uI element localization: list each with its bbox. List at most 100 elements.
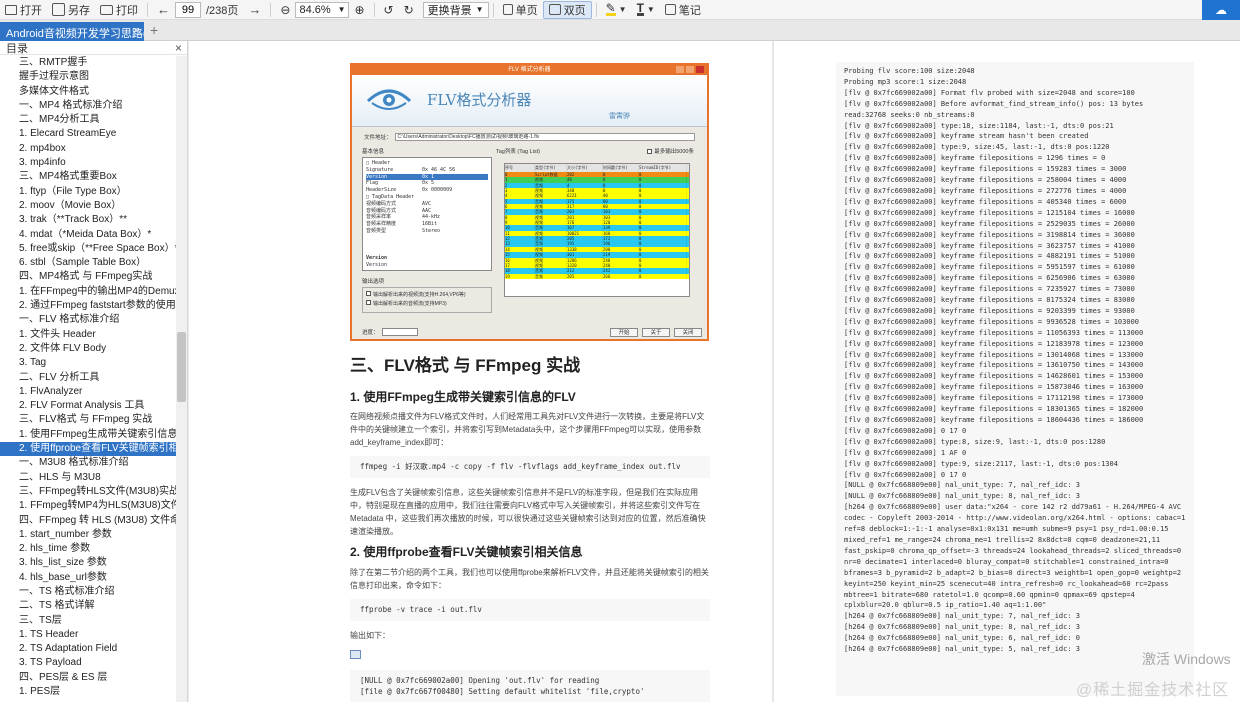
outline-item[interactable]: 二、FLV 分析工具: [0, 371, 176, 385]
note-icon: [664, 4, 676, 15]
close-icon: [696, 66, 704, 73]
outline-item[interactable]: 二、TS 格式详解: [0, 599, 176, 613]
outline-item[interactable]: 3. mp4info: [0, 156, 176, 170]
log-line: cplxblur=20.0 qblur=0.5 ip_ratio=1.40 aq…: [844, 601, 1047, 610]
checkbox-icon: [647, 149, 653, 155]
outline-item[interactable]: 4. mdat（*Meida Data Box）*: [0, 228, 176, 242]
notes-button[interactable]: 笔记: [660, 1, 706, 19]
analyzer-author: 雷霄骅: [609, 113, 630, 120]
paragraph-3: 除了在第二节介绍的两个工具，我们也可以使用ffprobe来解析FLV文件，并且还…: [350, 568, 709, 590]
new-tab-button[interactable]: +: [150, 22, 158, 38]
log-line: [flv @ 0x7fc669002a00] keyframe fileposi…: [844, 176, 1127, 185]
outline-item[interactable]: 2. hls_time 参数: [0, 542, 176, 556]
outline-item[interactable]: 握手过程示意图: [0, 70, 176, 84]
toolbar-divider: [147, 2, 148, 17]
outline-item[interactable]: 3. Tag: [0, 356, 176, 370]
paragraph-4: 输出如下：: [350, 631, 390, 640]
double-page-button[interactable]: 双页: [542, 0, 592, 19]
close-icon[interactable]: ×: [175, 41, 182, 55]
outline-item[interactable]: 1. 使用FFmpeg生成带关键索引信息的FL: [0, 428, 176, 442]
outline-item[interactable]: 3. trak（**Track Box）**: [0, 213, 176, 227]
outline-item[interactable]: 二、MP4分析工具: [0, 113, 176, 127]
log-line: [flv @ 0x7fc669002a00] 1 AF 0: [844, 448, 967, 457]
zoom-out-button[interactable]: ⊖: [275, 1, 295, 19]
outline-item[interactable]: 2. FLV Format Analysis 工具: [0, 399, 176, 413]
analyzer-titlebar: FLV 格式分析器: [352, 65, 707, 75]
highlight-button[interactable]: ✎ ▼: [601, 1, 632, 19]
outline-item[interactable]: 一、FLV 格式标准介绍: [0, 313, 176, 327]
outline-item[interactable]: 一、MP4 格式标准介绍: [0, 99, 176, 113]
close-icon[interactable]: ×: [133, 25, 139, 37]
outline-item[interactable]: 1. FFmpeg转MP4为HLS(M3U8)文件: [0, 499, 176, 513]
rotate-left-button[interactable]: ↺: [379, 1, 399, 19]
scrollbar-thumb[interactable]: [177, 332, 186, 402]
outline-item[interactable]: 2. moov（Movie Box）: [0, 199, 176, 213]
single-page-button[interactable]: 单页: [498, 1, 543, 19]
total-pages: /238页: [206, 4, 239, 17]
print-button[interactable]: 打印: [95, 1, 143, 19]
tree-row: □ TagData Header: [366, 194, 488, 201]
background-dropdown[interactable]: 更换背景 ▼: [422, 1, 489, 18]
outline-item[interactable]: 1. FlvAnalyzer: [0, 385, 176, 399]
outline-item[interactable]: 3. TS Payload: [0, 656, 176, 670]
log-line: [flv @ 0x7fc669002a00] keyframe fileposi…: [844, 296, 1135, 305]
outline-item[interactable]: 2. 文件体 FLV Body: [0, 342, 176, 356]
outline-item[interactable]: 一、M3U8 格式标准介绍: [0, 456, 176, 470]
log-line: read:32768 seeks:0 nb_streams:0: [844, 110, 975, 119]
outline-item[interactable]: 1. start_number 参数: [0, 528, 176, 542]
open-button[interactable]: 打开: [0, 1, 47, 19]
zoom-in-button[interactable]: ⊕: [349, 1, 369, 19]
outline-item[interactable]: 四、FFmpeg 转 HLS (M3U8) 文件命令参: [0, 514, 176, 528]
output-option-audio: 输出解析出来的音频流(支持MP3): [366, 300, 488, 309]
next-page-button[interactable]: →: [243, 1, 266, 19]
outline-item[interactable]: 三、TS层: [0, 614, 176, 628]
zoom-select[interactable]: 84.6% ▼: [295, 1, 350, 18]
window-controls: [676, 66, 704, 73]
outline-item[interactable]: 3. hls_list_size 参数: [0, 556, 176, 570]
outline-item[interactable]: 1. 在FFmpeg中的输出MP4的Demuxer信: [0, 285, 176, 299]
zoom-in-icon: ⊕: [354, 2, 365, 17]
outline-item[interactable]: 4. hls_base_url参数: [0, 571, 176, 585]
tree-row: 音频采样精度 16Bit: [366, 221, 488, 228]
outline-item[interactable]: 一、TS 格式标准介绍: [0, 585, 176, 599]
outline-item[interactable]: 四、MP4格式 与 FFmpeg实战: [0, 270, 176, 284]
zoom-value: 84.6%: [299, 3, 331, 16]
save-as-button[interactable]: 另存: [47, 1, 95, 19]
tree-key: Version: [366, 173, 388, 180]
prev-page-button[interactable]: ←: [152, 1, 175, 19]
image-icon: [350, 650, 361, 659]
rotate-right-button[interactable]: ↻: [399, 1, 419, 19]
outline-item[interactable]: 2. 使用ffprobe查看FLV关键帧索引相关信: [0, 442, 176, 457]
basic-info-label: 基本信息: [362, 149, 385, 155]
outline-item[interactable]: 三、RMTP握手: [0, 56, 176, 70]
outline-item[interactable]: 1. ftyp（File Type Box）: [0, 185, 176, 199]
outline-item[interactable]: 二、HLS 与 M3U8: [0, 471, 176, 485]
single-page-label: 单页: [515, 4, 538, 17]
outline-item[interactable]: 2. 通过FFmpeg faststart参数的使用，来: [0, 299, 176, 313]
outline-item[interactable]: 1. TS Header: [0, 628, 176, 642]
outline-item[interactable]: 三、MP4格式重要Box: [0, 170, 176, 184]
outline-scrollbar[interactable]: [176, 56, 187, 702]
outline-item[interactable]: 6. stbl（Sample Table Box）: [0, 256, 176, 270]
outline-item[interactable]: 1. 文件头 Header: [0, 328, 176, 342]
text-color-button[interactable]: T ▼: [632, 1, 660, 19]
outline-item[interactable]: 四、PES层 & ES 层: [0, 671, 176, 685]
outline-item[interactable]: 多媒体文件格式: [0, 85, 176, 99]
outline-item[interactable]: 1. PES层: [0, 685, 176, 699]
document-tab[interactable]: Android音视频开发学习思路( ×: [0, 22, 144, 41]
outline-item[interactable]: 1. Elecard StreamEye: [0, 127, 176, 141]
page-number-input[interactable]: [175, 1, 201, 18]
tree-key: 视频编码方式: [366, 200, 397, 207]
outline-item[interactable]: 5. free或skip（**Free Space Box）**: [0, 242, 176, 256]
app-logo[interactable]: ☁: [1202, 0, 1240, 20]
outline-item[interactable]: 2. TS Adaptation Field: [0, 642, 176, 656]
outline-item[interactable]: 三、FLV格式 与 FFmpeg 实战: [0, 413, 176, 427]
about-button: 关于: [642, 327, 670, 337]
outline-item[interactable]: 三、FFmpeg转HLS文件(M3U8)实战: [0, 485, 176, 499]
save-icon: [52, 3, 65, 16]
outline-item[interactable]: 2. mp4box: [0, 142, 176, 156]
tag-table-row: 19 音频 205 266 0: [505, 273, 689, 279]
log-line: [flv @ 0x7fc669002a00] keyframe fileposi…: [844, 208, 1135, 217]
log-line: [flv @ 0x7fc669002a00] Before avformat_f…: [844, 99, 1144, 108]
tree-value: 16Bit: [422, 221, 438, 228]
